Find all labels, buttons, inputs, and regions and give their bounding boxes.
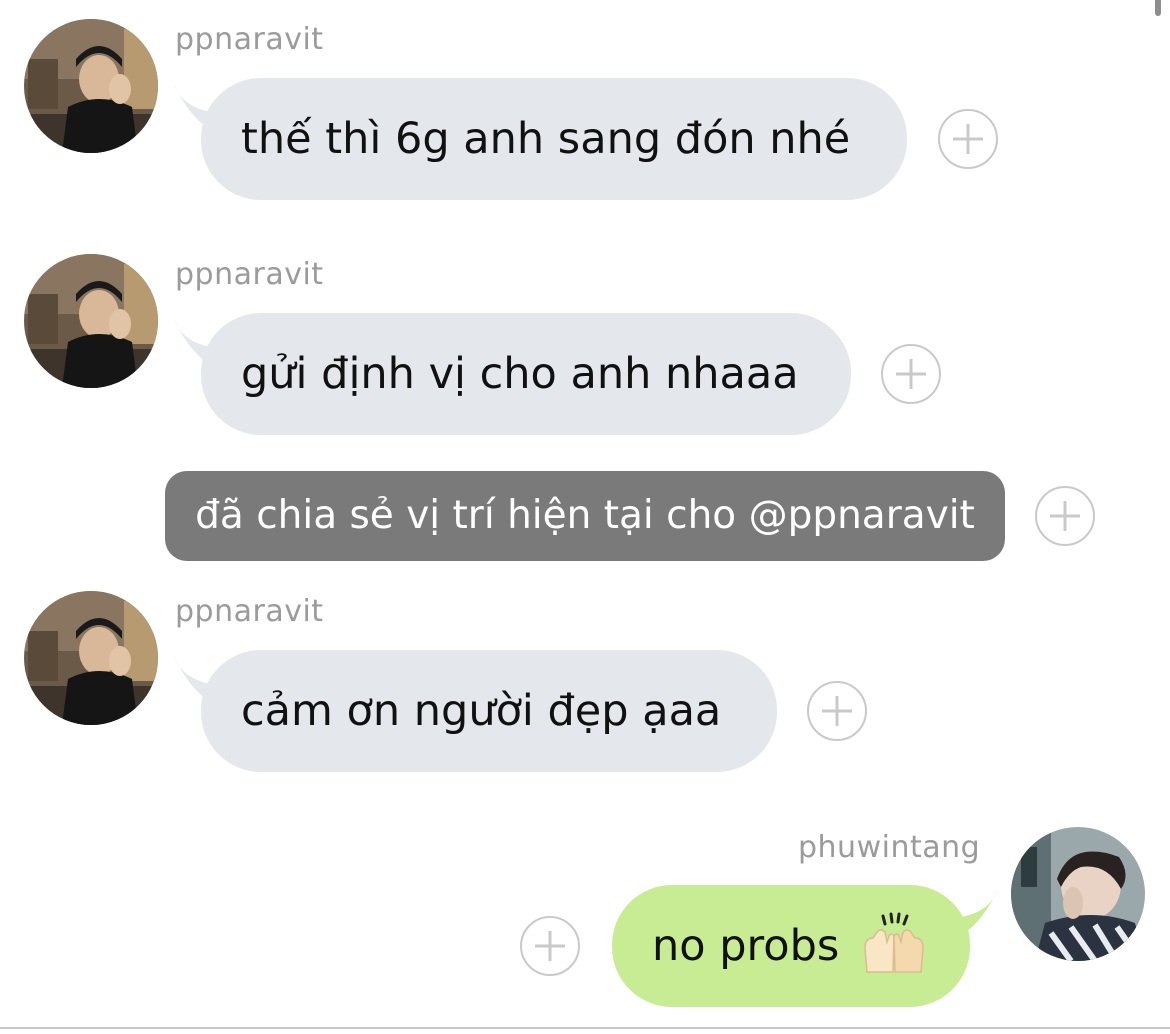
message-text: thế thì 6g anh sang đón nhé bbox=[241, 114, 851, 164]
avatar-ppnaravit[interactable] bbox=[24, 19, 158, 153]
sender-name: phuwintang bbox=[798, 830, 981, 865]
message-bubble[interactable]: thế thì 6g anh sang đón nhé bbox=[201, 78, 907, 200]
add-reaction-button[interactable] bbox=[938, 109, 998, 169]
location-share-notice[interactable]: đã chia sẻ vị trí hiện tại cho @ppnaravi… bbox=[165, 471, 1005, 561]
avatar-ppnaravit[interactable] bbox=[24, 591, 158, 725]
add-reaction-button[interactable] bbox=[520, 916, 580, 976]
avatar-ppnaravit[interactable] bbox=[24, 254, 158, 388]
sender-name: ppnaravit bbox=[175, 257, 324, 292]
sender-name: ppnaravit bbox=[175, 594, 324, 629]
scroll-indicator[interactable] bbox=[1155, 0, 1161, 16]
divider bbox=[0, 1027, 1170, 1029]
add-reaction-button[interactable] bbox=[807, 681, 867, 741]
raising-hands-icon bbox=[861, 912, 927, 978]
message-bubble[interactable]: no probs bbox=[612, 885, 970, 1007]
add-reaction-button[interactable] bbox=[1035, 486, 1095, 546]
add-reaction-button[interactable] bbox=[881, 344, 941, 404]
message-text: gửi định vị cho anh nhaaa bbox=[241, 349, 799, 399]
sender-name: ppnaravit bbox=[175, 22, 324, 57]
avatar-phuwintang[interactable] bbox=[1011, 827, 1145, 961]
message-bubble[interactable]: gửi định vị cho anh nhaaa bbox=[201, 313, 851, 435]
message-text: cảm ơn người đẹp ạaa bbox=[241, 686, 722, 736]
message-text: no probs bbox=[652, 921, 840, 971]
message-bubble[interactable]: cảm ơn người đẹp ạaa bbox=[201, 650, 777, 772]
